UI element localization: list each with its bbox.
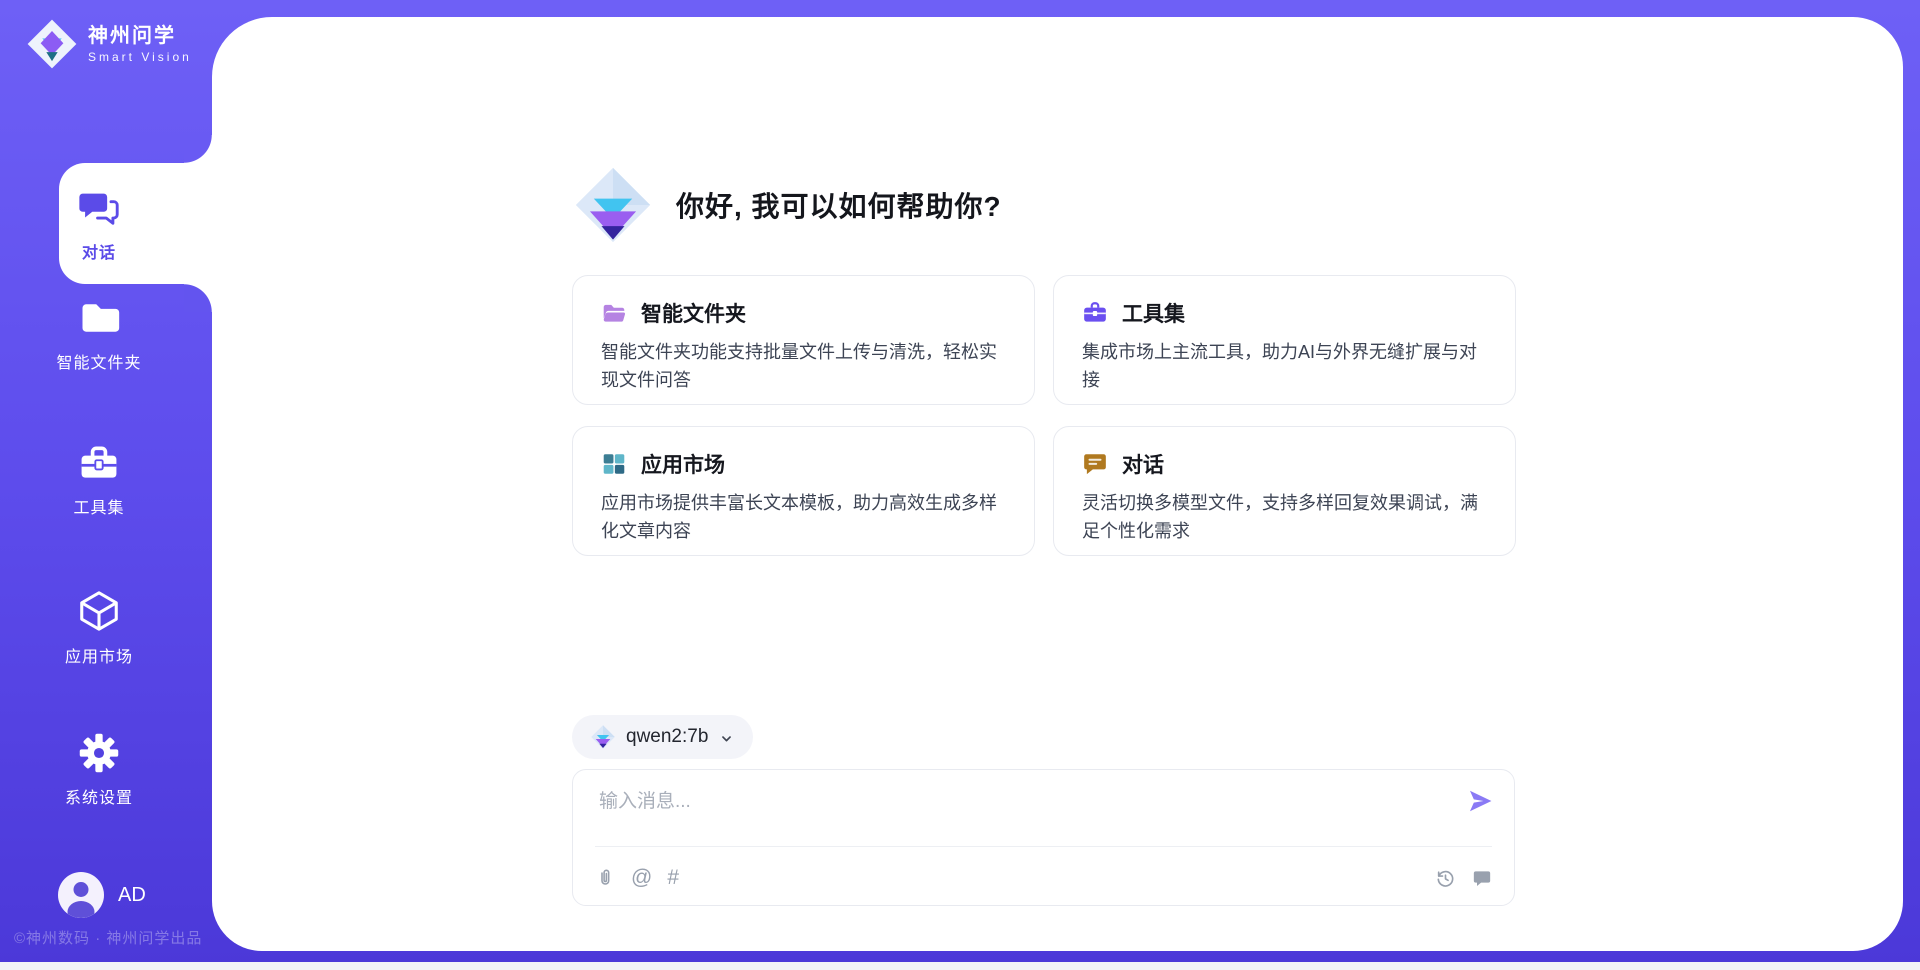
user-account[interactable]: AD xyxy=(58,872,146,918)
sidebar-item-label: 对话 xyxy=(82,239,116,263)
card-smart-folder[interactable]: 智能文件夹 智能文件夹功能支持批量文件上传与清洗，轻松实现文件问答 xyxy=(572,275,1035,405)
model-selector[interactable]: qwen2:7b xyxy=(572,715,753,759)
card-title: 智能文件夹 xyxy=(641,298,746,328)
sidebar-item-label: 智能文件夹 xyxy=(56,349,141,373)
card-title: 工具集 xyxy=(1122,298,1185,328)
grid-icon xyxy=(601,451,627,477)
sidebar-item-label: 系统设置 xyxy=(65,784,133,808)
history-clock-icon xyxy=(1435,868,1456,889)
copyright-footer: ©神州数码 · 神州问学出品 xyxy=(14,927,202,948)
cube-icon xyxy=(76,588,122,634)
assistant-diamond-logo-icon xyxy=(572,164,654,246)
model-name: qwen2:7b xyxy=(626,726,708,748)
brand-tagline: Smart Vision xyxy=(88,50,192,64)
message-composer: @ # xyxy=(572,769,1515,906)
person-icon xyxy=(58,872,104,918)
sidebar-item-settings[interactable]: 系统设置 xyxy=(26,731,172,808)
brand-diamond-logo-icon xyxy=(26,18,78,70)
sidebar-item-chat[interactable]: 对话 xyxy=(26,184,172,263)
topic-button[interactable]: # xyxy=(667,866,679,890)
composer-tools-left: @ # xyxy=(595,862,679,894)
card-description: 应用市场提供丰富长文本模板，助力高效生成多样化文章内容 xyxy=(601,489,1006,545)
active-tab-curve-bottom xyxy=(184,284,212,312)
hash-icon: # xyxy=(667,866,679,890)
main-panel: 你好, 我可以如何帮助你? 智能文件夹 智能文件夹功能支持批量文件上传与清洗，轻… xyxy=(212,17,1903,951)
chat-bubble-icon xyxy=(1082,451,1108,477)
feature-cards: 智能文件夹 智能文件夹功能支持批量文件上传与清洗，轻松实现文件问答 工具集 集成… xyxy=(572,275,1516,556)
conversation-button[interactable] xyxy=(1472,868,1492,888)
greeting: 你好, 我可以如何帮助你? xyxy=(572,164,1002,246)
card-description: 集成市场上主流工具，助力AI与外界无缝扩展与对接 xyxy=(1082,338,1487,394)
avatar xyxy=(58,872,104,918)
chat-bubbles-icon xyxy=(76,184,122,230)
composer-divider xyxy=(595,846,1492,847)
at-icon: @ xyxy=(631,866,652,890)
active-tab-curve-top xyxy=(184,135,212,163)
paperclip-icon xyxy=(595,868,616,889)
sidebar-item-smart-folder[interactable]: 智能文件夹 xyxy=(26,296,172,373)
sidebar-item-label: 应用市场 xyxy=(65,643,133,667)
app-window: 神州问学 Smart Vision 对话 智能文件夹 xyxy=(0,0,1920,970)
history-button[interactable] xyxy=(1435,868,1456,889)
card-toolset[interactable]: 工具集 集成市场上主流工具，助力AI与外界无缝扩展与对接 xyxy=(1053,275,1516,405)
toolbox-icon xyxy=(77,441,121,485)
send-button[interactable] xyxy=(1466,787,1494,815)
brand-name: 神州问学 xyxy=(88,24,192,48)
card-title: 对话 xyxy=(1122,449,1164,479)
card-description: 灵活切换多模型文件，支持多样回复效果调试，满足个性化需求 xyxy=(1082,489,1487,545)
sidebar-item-label: 工具集 xyxy=(73,494,124,518)
card-title: 应用市场 xyxy=(641,449,725,479)
mention-button[interactable]: @ xyxy=(631,866,652,890)
sidebar-item-toolset[interactable]: 工具集 xyxy=(26,441,172,518)
card-chat[interactable]: 对话 灵活切换多模型文件，支持多样回复效果调试，满足个性化需求 xyxy=(1053,426,1516,556)
sidebar-item-app-market[interactable]: 应用市场 xyxy=(26,588,172,667)
card-app-market[interactable]: 应用市场 应用市场提供丰富长文本模板，助力高效生成多样化文章内容 xyxy=(572,426,1035,556)
bottom-edge-strip xyxy=(0,962,1920,970)
chevron-down-icon xyxy=(718,730,735,747)
model-diamond-logo-icon xyxy=(590,724,616,750)
send-icon xyxy=(1466,787,1494,815)
brand: 神州问学 Smart Vision xyxy=(26,18,192,70)
composer-tools-right xyxy=(1435,862,1492,894)
folder-open-icon xyxy=(601,300,627,326)
sidebar: 神州问学 Smart Vision 对话 智能文件夹 xyxy=(0,0,212,962)
folder-icon xyxy=(77,296,121,340)
briefcase-icon xyxy=(1082,300,1108,326)
card-description: 智能文件夹功能支持批量文件上传与清洗，轻松实现文件问答 xyxy=(601,338,1006,394)
gear-icon xyxy=(77,731,121,775)
chat-square-icon xyxy=(1472,868,1492,888)
greeting-title: 你好, 我可以如何帮助你? xyxy=(676,185,1002,225)
message-input[interactable] xyxy=(597,785,1421,819)
attach-file-button[interactable] xyxy=(595,868,616,889)
user-name: AD xyxy=(118,884,146,907)
